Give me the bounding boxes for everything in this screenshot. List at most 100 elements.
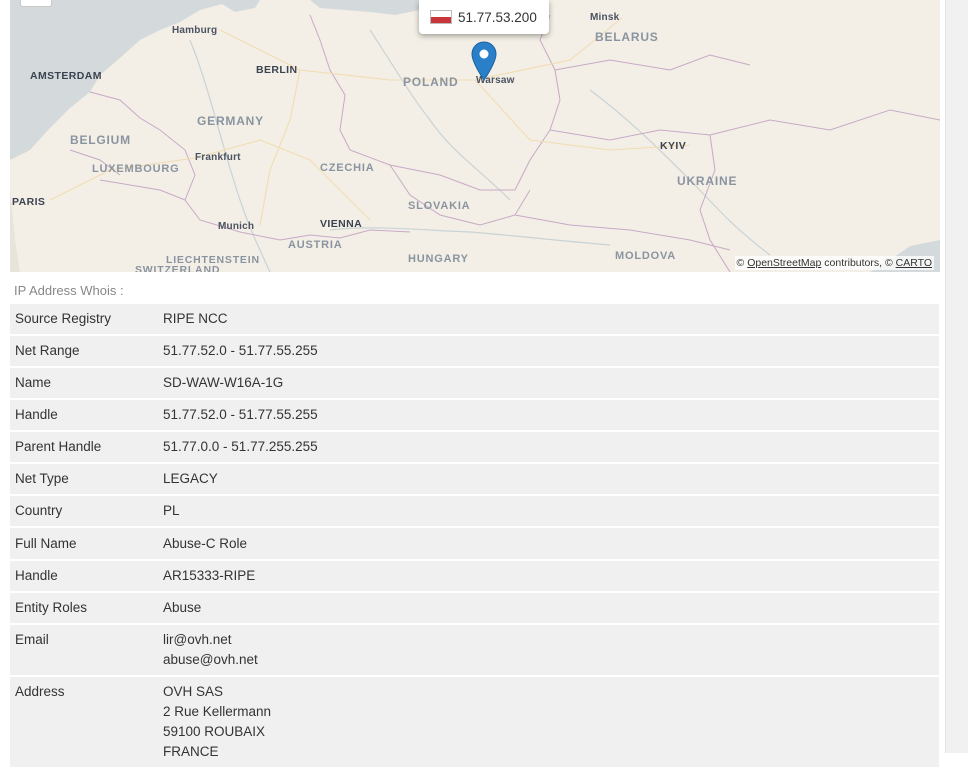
map-label-vienna: VIENNA [320, 218, 363, 230]
ip-location-map[interactable]: Hamburg AMSTERDAM BERLIN POLAND Warsaw M… [10, 0, 940, 272]
whois-value-line: 59100 ROUBAIX [163, 724, 266, 739]
whois-value-line: 51.77.52.0 - 51.77.55.255 [163, 343, 318, 358]
page-scrollbar[interactable] [945, 0, 968, 753]
table-row: Entity Roles Abuse [10, 593, 939, 625]
map-label-hamburg: Hamburg [172, 25, 218, 36]
whois-field-label: Address [15, 684, 65, 699]
map-label-berlin: BERLIN [256, 64, 298, 76]
carto-link[interactable]: CARTO [896, 257, 932, 269]
whois-value-line: Abuse [163, 600, 202, 615]
table-row: Net Type LEGACY [10, 464, 939, 496]
whois-value-line: LEGACY [163, 471, 218, 486]
map-label-ukraine: UKRAINE [677, 174, 738, 188]
whois-field-label: Email [15, 632, 49, 647]
whois-field-value: Abuse [163, 593, 939, 625]
whois-field-name: Address [10, 677, 163, 769]
whois-field-name: Name [10, 368, 163, 400]
whois-field-value: RIPE NCC [163, 304, 939, 336]
whois-value-line: FRANCE [163, 744, 219, 759]
map-label-slovakia: SLOVAKIA [408, 200, 471, 212]
network-whois-table: Source Registry RIPE NCC Net Range 51.77.52… [10, 304, 939, 560]
map-label-poland: POLAND [403, 75, 459, 89]
map-label-austria: AUSTRIA [288, 239, 343, 251]
whois-field-value: lir@ovh.net abuse@ovh.net [163, 625, 939, 677]
whois-field-label: Full Name [15, 536, 77, 551]
whois-value-line: RIPE NCC [163, 311, 228, 326]
whois-field-name: Entity Roles [10, 593, 163, 625]
popup-ip-address: 51.77.53.200 [458, 9, 537, 25]
attribution-middle: contributors, © [824, 257, 893, 269]
whois-field-name: Handle [10, 561, 163, 593]
whois-field-label: Name [15, 375, 52, 390]
map-label-moldova: MOLDOVA [615, 250, 677, 262]
whois-field-name: Source Registry [10, 304, 163, 336]
whois-field-value: OVH SAS 2 Rue Kellermann 59100 ROUBAIX FRAN… [163, 677, 939, 769]
whois-field-value: 51.77.52.0 - 51.77.55.255 [163, 336, 939, 368]
whois-field-name: Email [10, 625, 163, 677]
map-label-amsterdam: AMSTERDAM [30, 70, 102, 82]
poland-flag-icon [430, 10, 452, 24]
table-row: Country PL [10, 496, 939, 528]
table-row: Email lir@ovh.net abuse@ovh.net [10, 625, 939, 677]
ip-popup[interactable]: 51.77.53.200 [419, 0, 549, 34]
map-label-hungary: HUNGARY [408, 253, 469, 265]
whois-field-label: Country [15, 503, 63, 518]
whois-field-value: AR15333-RIPE [163, 561, 939, 593]
whois-field-label: Handle [15, 407, 58, 422]
map-label-czechia: CZECHIA [320, 162, 375, 174]
map-label-switzerland: SWITZERLAND [135, 264, 221, 272]
whois-value-line: OVH SAS [163, 684, 224, 699]
whois-value-line: Abuse-C Role [163, 536, 248, 551]
whois-field-name: Full Name [10, 529, 163, 561]
map-label-belarus: BELARUS [595, 30, 659, 44]
map-label-kyiv: KYIV [660, 140, 687, 152]
table-row: Name SD-WAW-W16A-1G [10, 368, 939, 400]
whois-field-label: Parent Handle [15, 439, 102, 454]
table-row: Source Registry RIPE NCC [10, 304, 939, 336]
map-attribution: © OpenStreetMap contributors, © CARTO [734, 256, 934, 270]
whois-field-label: Net Range [15, 343, 80, 358]
whois-value-line: lir@ovh.net [163, 632, 232, 647]
whois-field-label: Handle [15, 568, 58, 583]
map-marker-icon[interactable] [471, 41, 497, 81]
whois-value-line: AR15333-RIPE [163, 568, 256, 583]
whois-field-name: Handle [10, 400, 163, 432]
whois-field-value: 51.77.0.0 - 51.77.255.255 [163, 432, 939, 464]
whois-field-name: Country [10, 496, 163, 528]
map-label-luxembourg: LUXEMBOURG [92, 163, 180, 175]
whois-value-line: 2 Rue Kellermann [163, 704, 272, 719]
map-zoom-control[interactable] [20, 0, 52, 7]
whois-value-line: abuse@ovh.net [163, 652, 258, 667]
whois-value-line: PL [163, 503, 180, 518]
whois-field-label: Net Type [15, 471, 69, 486]
table-row: Parent Handle 51.77.0.0 - 51.77.255.255 [10, 432, 939, 464]
abuse-contact-table: Full Name Abuse-C Role Handle AR15333-RIPE E… [10, 529, 939, 769]
whois-value-line: 51.77.52.0 - 51.77.55.255 [163, 407, 318, 422]
whois-field-name: Net Range [10, 336, 163, 368]
attribution-prefix: © [736, 257, 745, 269]
whois-field-value: LEGACY [163, 464, 939, 496]
whois-field-name: Parent Handle [10, 432, 163, 464]
whois-field-value: 51.77.52.0 - 51.77.55.255 [163, 400, 939, 432]
table-row: Handle AR15333-RIPE [10, 561, 939, 593]
whois-field-value: PL [163, 496, 939, 528]
whois-field-label: Entity Roles [15, 600, 88, 615]
table-row: Net Range 51.77.52.0 - 51.77.55.255 [10, 336, 939, 368]
whois-value-line: SD-WAW-W16A-1G [163, 375, 284, 390]
map-label-germany: GERMANY [197, 114, 264, 128]
map-label-munich: Munich [218, 221, 255, 232]
map-label-paris: PARIS [12, 196, 46, 208]
whois-value-line: 51.77.0.0 - 51.77.255.255 [163, 439, 318, 454]
whois-field-value: Abuse-C Role [163, 529, 939, 561]
whois-field-name: Net Type [10, 464, 163, 496]
map-label-frankfurt: Frankfurt [195, 152, 241, 163]
map-label-minsk: Minsk [590, 12, 620, 23]
whois-field-value: SD-WAW-W16A-1G [163, 368, 939, 400]
whois-field-label: Source Registry [15, 311, 112, 326]
table-row: Full Name Abuse-C Role [10, 529, 939, 561]
whois-section-title: IP Address Whois : [14, 283, 124, 298]
table-row: Address OVH SAS 2 Rue Kellermann 59100 ROUB… [10, 677, 939, 769]
table-row: Handle 51.77.52.0 - 51.77.55.255 [10, 400, 939, 432]
map-label-belgium: BELGIUM [70, 133, 131, 147]
openstreetmap-link[interactable]: OpenStreetMap [747, 257, 821, 269]
